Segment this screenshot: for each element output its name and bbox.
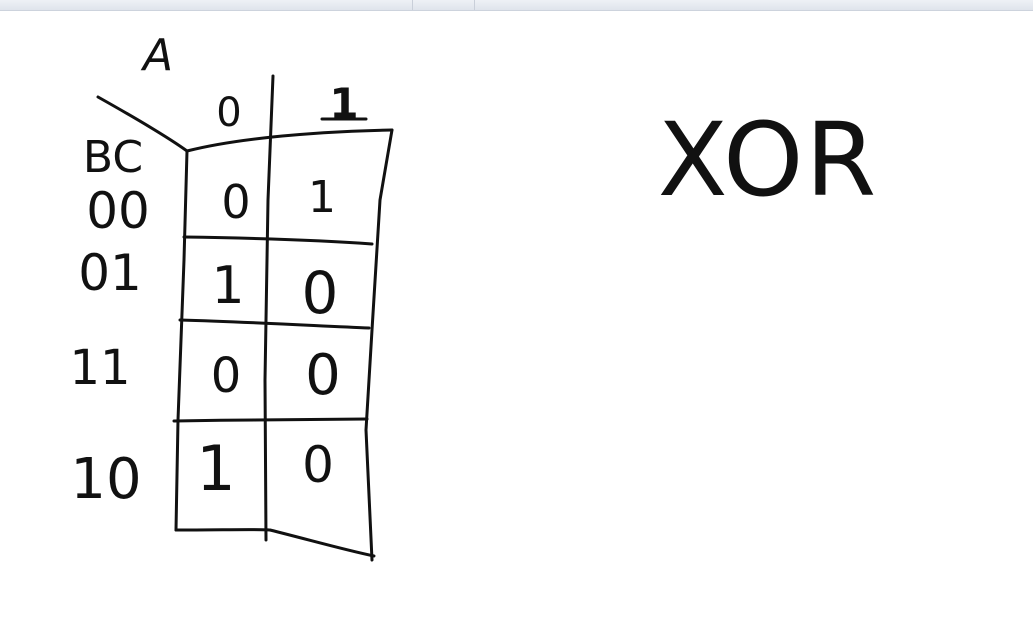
column-variable-label: A xyxy=(140,30,173,81)
column-header-1: 1 xyxy=(329,79,358,128)
grid-left-line xyxy=(174,149,189,532)
xor-note: XOR xyxy=(658,101,879,220)
kmap-cell: 0 xyxy=(221,175,250,229)
row-header-11: 11 xyxy=(69,340,130,396)
grid-middle-line xyxy=(263,74,275,542)
kmap-cell: 0 xyxy=(305,343,341,408)
row-header-10: 10 xyxy=(70,447,141,512)
kmap-cell: 1 xyxy=(308,172,336,223)
kmap-cell: 1 xyxy=(196,432,235,505)
grid-bottom-line xyxy=(174,528,376,558)
grid-right-line xyxy=(364,128,394,562)
kmap-cell: 1 xyxy=(211,256,244,316)
row-header-00: 00 xyxy=(86,182,150,240)
column-header-0: 0 xyxy=(216,90,241,136)
kmap-cell: 0 xyxy=(211,348,242,404)
grid-row-line-2 xyxy=(178,318,371,330)
kmap-cell: 0 xyxy=(302,436,334,494)
grid-row-line-3 xyxy=(172,417,369,423)
grid-row-line-1 xyxy=(182,235,374,246)
drawing-canvas[interactable]: A BC 0 1 00 01 11 10 0 1 1 0 0 0 1 0 XOR xyxy=(0,0,1033,622)
kmap-cell: 0 xyxy=(302,259,339,327)
row-header-01: 01 xyxy=(78,244,142,302)
row-variable-label: BC xyxy=(83,132,143,183)
